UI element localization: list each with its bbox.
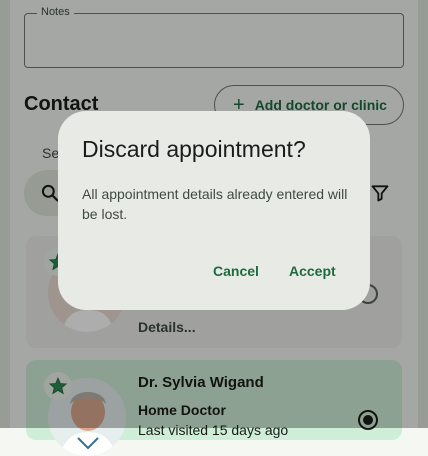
dialog-message: All appointment details already entered …: [82, 186, 348, 222]
accept-button[interactable]: Accept: [279, 254, 346, 288]
cancel-button[interactable]: Cancel: [203, 254, 269, 288]
discard-dialog: Discard appointment? All appointment det…: [58, 111, 370, 310]
dialog-title: Discard appointment?: [82, 136, 306, 162]
